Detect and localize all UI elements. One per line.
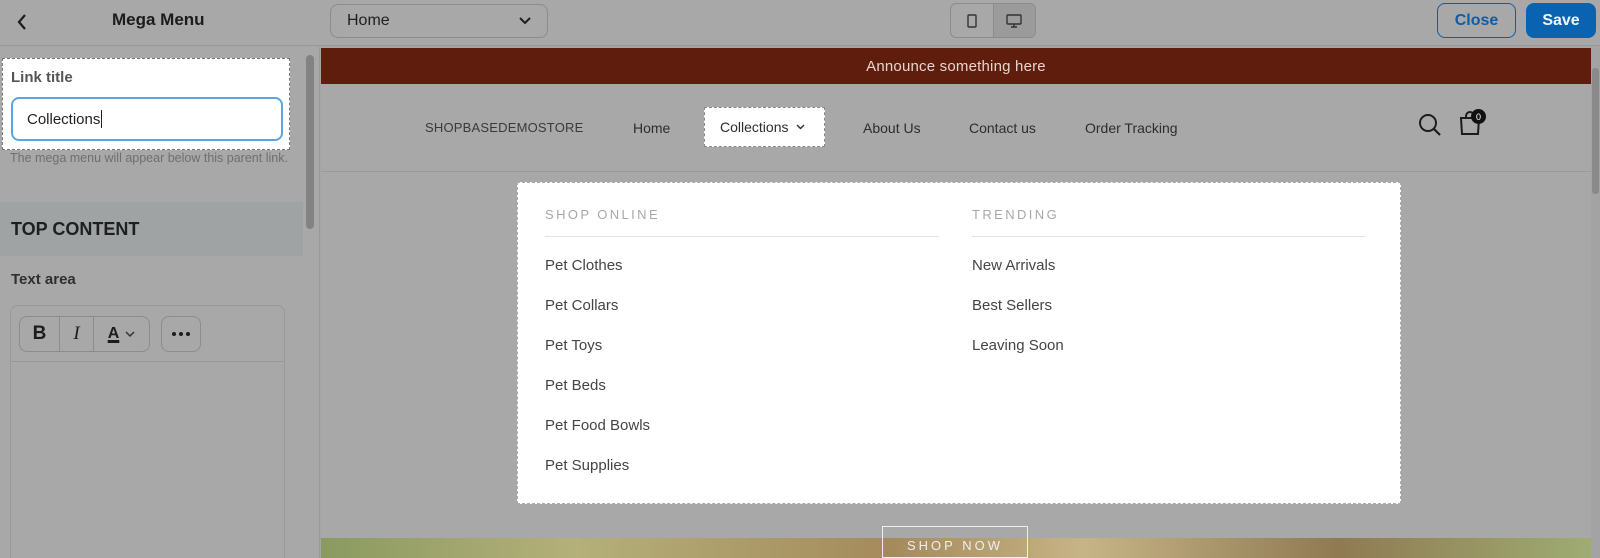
search-icon	[1419, 114, 1441, 136]
mega-column-shop-online: SHOP ONLINE Pet Clothes Pet Collars Pet …	[545, 207, 939, 477]
chevron-left-icon	[17, 14, 26, 30]
mega-column-heading: SHOP ONLINE	[545, 207, 939, 237]
store-preview: Announce something here SHOPBASEDEMOSTOR…	[321, 48, 1591, 558]
text-color-button[interactable]: A	[94, 317, 149, 351]
desktop-icon	[1006, 13, 1022, 28]
chevron-down-icon	[796, 124, 805, 130]
cart-button[interactable]: 0	[1458, 109, 1486, 141]
panel-scrollbar-thumb[interactable]	[306, 55, 314, 229]
panel-title: Mega Menu	[112, 10, 205, 29]
save-button[interactable]: Save	[1526, 3, 1596, 38]
link-title-block: Link title Collections	[2, 58, 290, 150]
nav-contact-us[interactable]: Contact us	[969, 120, 1036, 136]
mega-link[interactable]: Pet Clothes	[545, 257, 939, 277]
mobile-view-button[interactable]	[951, 4, 993, 37]
store-header: SHOPBASEDEMOSTORE Home Collections About…	[321, 84, 1591, 172]
mega-link[interactable]: Pet Beds	[545, 377, 939, 397]
link-title-value: Collections	[27, 110, 101, 128]
page-select-value: Home	[347, 12, 390, 29]
page-select[interactable]: Home	[330, 4, 548, 38]
bold-button[interactable]: B	[20, 317, 60, 351]
chevron-down-icon	[519, 17, 531, 25]
mega-link[interactable]: Pet Toys	[545, 337, 939, 357]
editor-toolbar: B I A	[11, 306, 284, 362]
italic-button[interactable]: I	[60, 317, 94, 351]
mega-column-heading: TRENDING	[972, 207, 1366, 237]
desktop-view-button[interactable]	[992, 4, 1035, 37]
top-content-section[interactable]: TOP CONTENT	[0, 202, 303, 256]
nav-order-tracking[interactable]: Order Tracking	[1085, 120, 1178, 136]
store-logo[interactable]: SHOPBASEDEMOSTORE	[425, 120, 583, 135]
link-title-input[interactable]: Collections	[11, 97, 283, 141]
mega-link[interactable]: Pet Food Bowls	[545, 417, 939, 437]
mega-menu-dropdown: SHOP ONLINE Pet Clothes Pet Collars Pet …	[517, 182, 1401, 504]
preview-scrollbar-thumb[interactable]	[1592, 68, 1599, 194]
link-title-label: Link title	[11, 69, 73, 86]
back-button[interactable]	[8, 8, 36, 36]
preview-scrollbar[interactable]	[1591, 48, 1600, 558]
more-icon	[172, 332, 190, 336]
mega-column-trending: TRENDING New Arrivals Best Sellers Leavi…	[972, 207, 1366, 357]
nav-home[interactable]: Home	[633, 120, 670, 136]
cart-count-badge: 0	[1471, 109, 1486, 124]
mega-link[interactable]: Best Sellers	[972, 297, 1366, 317]
nav-collections-label: Collections	[720, 119, 789, 135]
link-title-help: The mega menu will appear below this par…	[10, 151, 288, 165]
nav-collections[interactable]: Collections	[704, 107, 825, 147]
text-caret	[101, 110, 103, 128]
mega-link[interactable]: Pet Supplies	[545, 457, 939, 477]
nav-about-us[interactable]: About Us	[863, 120, 921, 136]
announcement-bar[interactable]: Announce something here	[321, 48, 1591, 84]
search-button[interactable]	[1418, 113, 1442, 142]
settings-panel: Link title Collections The mega menu wil…	[0, 47, 320, 558]
device-toggle	[950, 3, 1036, 38]
text-color-icon: A	[107, 325, 120, 342]
rich-text-editor[interactable]: B I A	[10, 305, 285, 558]
close-button[interactable]: Close	[1437, 3, 1516, 38]
hero-shop-button[interactable]: SHOP NOW	[882, 526, 1028, 558]
editor-topbar: Mega Menu Home Close Save	[0, 0, 1600, 46]
panel-scrollbar[interactable]	[303, 47, 317, 558]
mobile-icon	[967, 13, 977, 28]
chevron-down-icon	[125, 330, 135, 337]
mega-link[interactable]: New Arrivals	[972, 257, 1366, 277]
mega-link[interactable]: Leaving Soon	[972, 337, 1366, 357]
more-options-button[interactable]	[161, 316, 201, 352]
text-area-label: Text area	[11, 271, 76, 288]
format-group: B I A	[19, 316, 150, 352]
mega-link[interactable]: Pet Collars	[545, 297, 939, 317]
